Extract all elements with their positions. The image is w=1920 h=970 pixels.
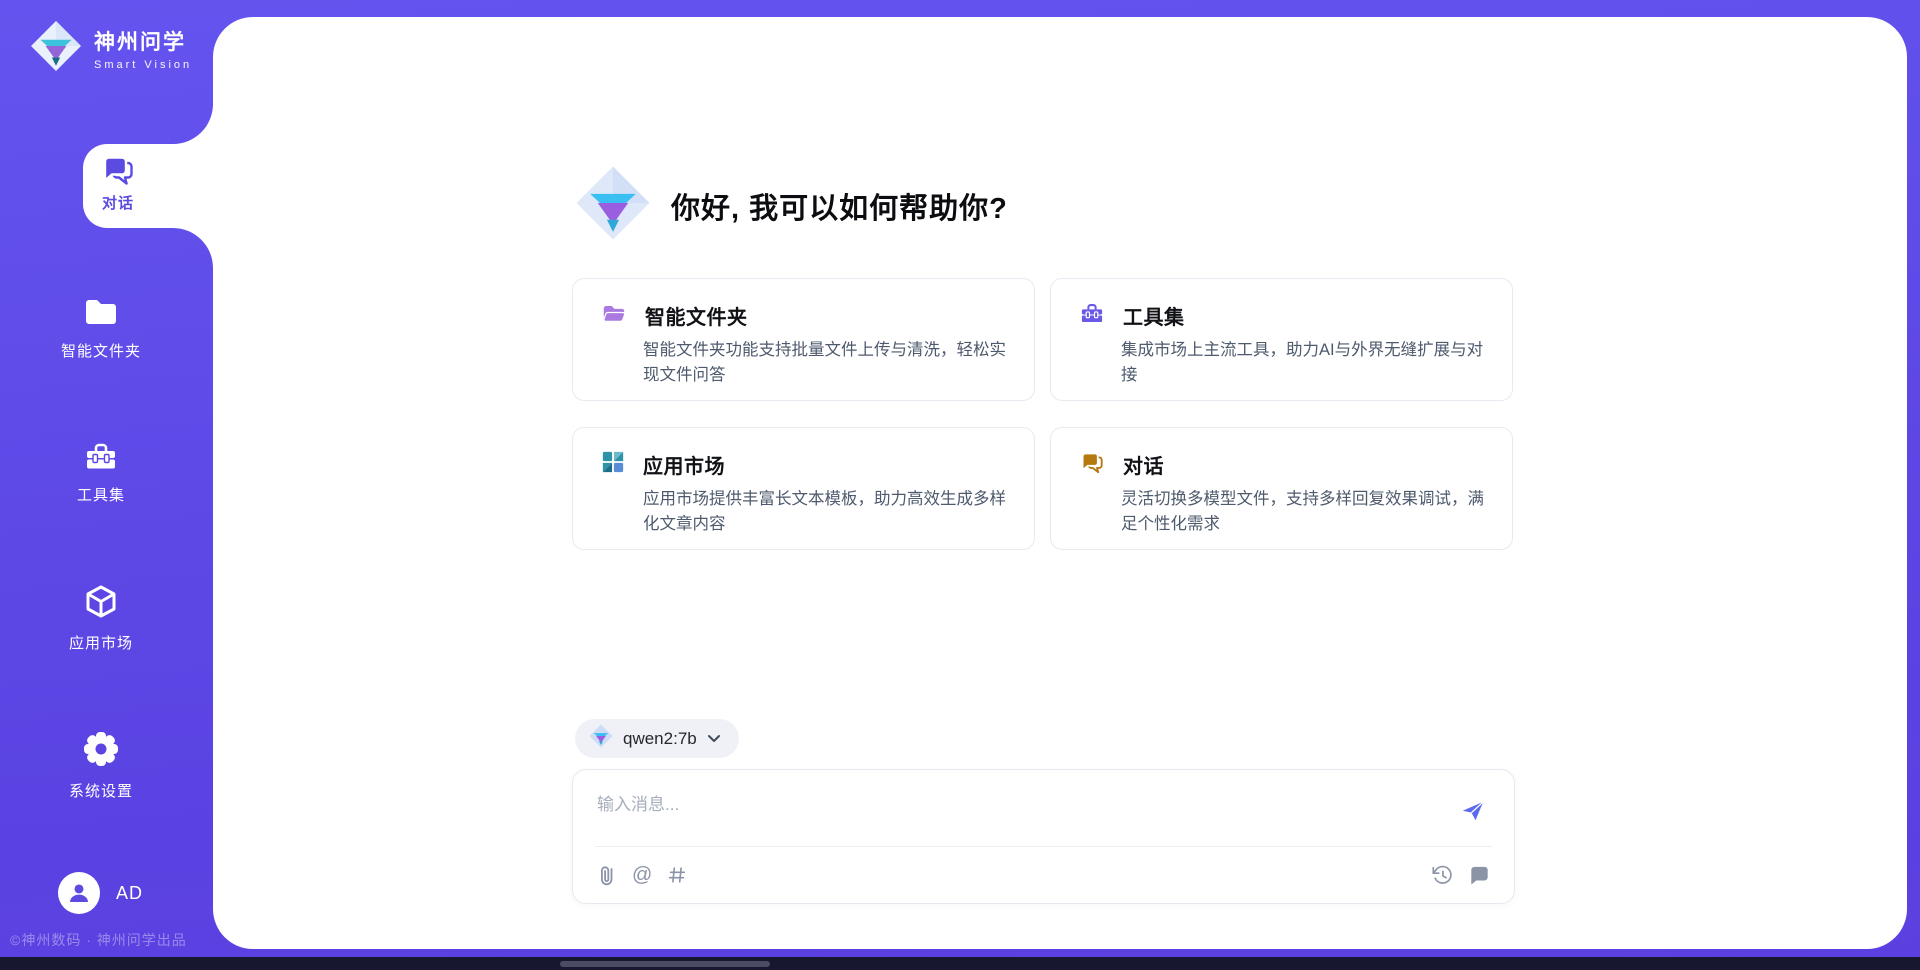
message-input[interactable] (597, 790, 1417, 836)
mention-button[interactable]: @ (632, 864, 652, 886)
card-description: 集成市场上主流工具，助力AI与外界无缝扩展与对接 (1121, 338, 1487, 388)
sidebar-item-label: 系统设置 (40, 780, 162, 801)
bottom-bar (0, 957, 1920, 970)
gem-logo-icon (575, 165, 651, 246)
cube-icon (40, 584, 162, 620)
quick-chat-button[interactable] (1469, 865, 1490, 885)
history-icon (1431, 864, 1453, 886)
gem-logo-icon (589, 724, 613, 753)
send-button[interactable] (1460, 798, 1486, 824)
card-description: 应用市场提供丰富长文本模板，助力高效生成多样化文章内容 (643, 487, 1009, 537)
chat-square-icon (1469, 865, 1490, 885)
horizontal-scrollbar-thumb[interactable] (560, 961, 770, 967)
sidebar-item-chat[interactable]: 对话 (43, 144, 193, 228)
paperclip-icon (597, 864, 617, 886)
chevron-down-icon (707, 730, 721, 748)
send-icon (1460, 798, 1486, 824)
at-icon: @ (632, 864, 652, 886)
main-content-panel: 你好, 我可以如何帮助你? 智能文件夹 智能文件夹功能支持批量文件上传与清洗，轻… (213, 17, 1907, 949)
card-description: 智能文件夹功能支持批量文件上传与清洗，轻松实现文件问答 (643, 338, 1009, 388)
history-button[interactable] (1431, 864, 1453, 886)
chat-bubbles-icon (43, 144, 193, 186)
avatar (58, 872, 100, 914)
toolbox-icon (1079, 301, 1105, 330)
sidebar-item-app-market[interactable]: 应用市场 (40, 584, 162, 653)
brand-name: 神州问学 (94, 26, 192, 56)
grid-icon (601, 450, 625, 479)
sidebar-item-settings[interactable]: 系统设置 (40, 730, 162, 801)
hashtag-button[interactable] (667, 865, 687, 885)
sidebar-item-label: 智能文件夹 (40, 340, 162, 361)
sidebar-footer-credit: ©神州数码 · 神州问学出品 (10, 930, 187, 950)
message-composer: @ (572, 769, 1515, 904)
user-account[interactable]: AD (58, 872, 143, 914)
gear-icon (40, 730, 162, 768)
sidebar-item-label: 对话 (43, 192, 193, 213)
card-description: 灵活切换多模型文件，支持多样回复效果调试，满足个性化需求 (1121, 487, 1487, 537)
model-selector[interactable]: qwen2:7b (575, 719, 739, 758)
model-name: qwen2:7b (623, 729, 697, 749)
card-smart-folder[interactable]: 智能文件夹 智能文件夹功能支持批量文件上传与清洗，轻松实现文件问答 (572, 278, 1035, 401)
user-initials: AD (116, 883, 143, 904)
toolbox-icon (40, 440, 162, 472)
folder-icon (40, 294, 162, 328)
card-app-market[interactable]: 应用市场 应用市场提供丰富长文本模板，助力高效生成多样化文章内容 (572, 427, 1035, 550)
greeting-block: 你好, 我可以如何帮助你? (575, 165, 1008, 246)
chat-bubbles-icon (1079, 451, 1105, 479)
greeting-title: 你好, 我可以如何帮助你? (671, 185, 1008, 227)
person-icon (66, 880, 92, 906)
sidebar-item-label: 工具集 (40, 484, 162, 505)
gem-logo-icon (30, 20, 82, 77)
sidebar-item-smart-folder[interactable]: 智能文件夹 (40, 294, 162, 361)
card-chat[interactable]: 对话 灵活切换多模型文件，支持多样回复效果调试，满足个性化需求 (1050, 427, 1513, 550)
sidebar-item-toolset[interactable]: 工具集 (40, 440, 162, 505)
card-toolset[interactable]: 工具集 集成市场上主流工具，助力AI与外界无缝扩展与对接 (1050, 278, 1513, 401)
sidebar-item-label: 应用市场 (40, 632, 162, 653)
hashtag-icon (667, 865, 687, 885)
composer-divider (595, 846, 1492, 847)
brand-logo: 神州问学 Smart Vision (30, 20, 192, 77)
brand-subtitle: Smart Vision (94, 59, 192, 71)
folder-open-icon (601, 301, 627, 330)
feature-cards-grid: 智能文件夹 智能文件夹功能支持批量文件上传与清洗，轻松实现文件问答 工具集 集成… (572, 278, 1513, 550)
card-title: 对话 (1123, 450, 1164, 479)
attach-file-button[interactable] (597, 864, 617, 886)
card-title: 智能文件夹 (645, 301, 748, 330)
card-title: 工具集 (1123, 301, 1185, 330)
card-title: 应用市场 (643, 450, 725, 479)
